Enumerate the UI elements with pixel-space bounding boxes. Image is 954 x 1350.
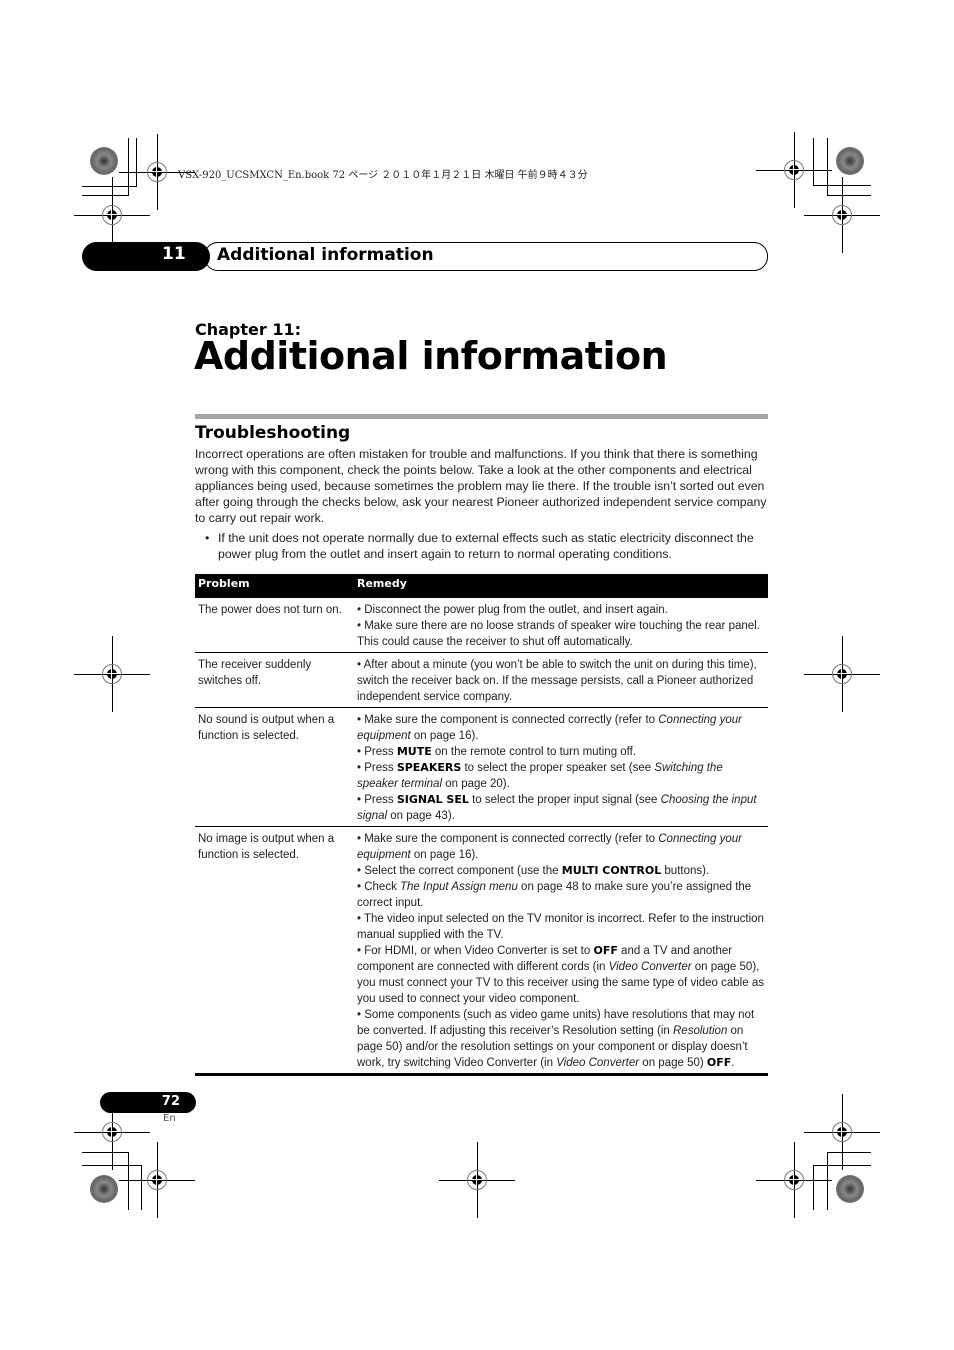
button-name: MUTE: [396, 745, 432, 758]
remedy-cell: • Disconnect the power plug from the out…: [354, 598, 768, 653]
running-header-title: Additional information: [217, 245, 434, 265]
remedy-item: • Check The Input Assign menu on page 48…: [357, 879, 765, 911]
remedy-text: on page 43).: [387, 810, 455, 822]
crop-line: [128, 1152, 129, 1210]
button-name: MULTI CONTROL: [561, 864, 662, 877]
crop-line: [827, 138, 828, 196]
column-header-problem: Problem: [195, 574, 354, 598]
button-name: SPEAKERS: [396, 761, 462, 774]
remedy-item: • Select the correct component (use the …: [357, 863, 765, 879]
registration-disc-icon: [90, 147, 118, 175]
table-header-row: Problem Remedy: [195, 574, 768, 598]
remedy-item: • After about a minute (you won’t be abl…: [357, 657, 765, 705]
remedy-cell: • After about a minute (you won’t be abl…: [354, 652, 768, 708]
remedy-text: .: [731, 1057, 735, 1069]
crop-line: [813, 138, 814, 186]
section-title: Troubleshooting: [195, 423, 351, 443]
cross-reference: Video Converter: [556, 1057, 640, 1069]
remedy-text: • Select the correct component (use the: [357, 865, 562, 877]
remedy-text: • For HDMI, or when Video Converter is s…: [357, 945, 594, 957]
crop-line: [827, 1152, 871, 1153]
remedy-text: • Disconnect the power plug from the out…: [357, 604, 668, 616]
remedy-item: • Disconnect the power plug from the out…: [357, 602, 765, 618]
problem-cell: No sound is output when a function is se…: [195, 707, 354, 827]
remedy-item: • Press SIGNAL SEL to select the proper …: [357, 792, 765, 824]
problem-cell: No image is output when a function is se…: [195, 826, 354, 1076]
problem-cell: The receiver suddenly switches off.: [195, 652, 354, 708]
crop-line: [136, 138, 137, 186]
problem-cell: The power does not turn on.: [195, 598, 354, 653]
crop-line: [82, 1152, 129, 1153]
remedy-text: • Press: [357, 746, 397, 758]
chapter-title: Additional information: [194, 334, 668, 378]
remedy-text: • Make sure there are no loose strands o…: [357, 620, 760, 648]
remedy-item: • Make sure there are no loose strands o…: [357, 618, 765, 650]
remedy-item: • The video input selected on the TV mon…: [357, 911, 765, 943]
table-row: The receiver suddenly switches off. • Aft…: [195, 652, 768, 708]
remedy-text: • The video input selected on the TV mon…: [357, 913, 764, 941]
remedy-item: • Make sure the component is connected c…: [357, 831, 765, 863]
remedy-item: • Some components (such as video game un…: [357, 1007, 765, 1071]
crop-line: [827, 1152, 828, 1210]
button-name: OFF: [706, 1056, 732, 1069]
section-divider: [195, 414, 768, 419]
button-name: SIGNAL SEL: [396, 793, 469, 806]
crop-line: [827, 195, 871, 196]
remedy-item: • Press MUTE on the remote control to tu…: [357, 744, 765, 760]
remedy-text: • Press: [357, 762, 397, 774]
crop-line: [82, 195, 129, 196]
table-row: No sound is output when a function is se…: [195, 707, 768, 827]
registration-disc-icon: [836, 147, 864, 175]
crop-line: [141, 1165, 142, 1210]
button-name: OFF: [593, 944, 618, 957]
remedy-text: • Make sure the component is connected c…: [357, 833, 659, 845]
remedy-text: • Press: [357, 794, 397, 806]
remedy-cell: • Make sure the component is connected c…: [354, 707, 768, 827]
remedy-text: on the remote control to turn muting off…: [431, 746, 637, 758]
registration-disc-icon: [90, 1175, 118, 1203]
remedy-text: on page 16).: [410, 849, 479, 861]
remedy-text: • After about a minute (you won’t be abl…: [357, 659, 757, 703]
remedy-cell: • Make sure the component is connected c…: [354, 826, 768, 1076]
remedy-item: • Press SPEAKERS to select the proper sp…: [357, 760, 765, 792]
remedy-text: on page 20).: [442, 778, 510, 790]
remedy-text: • Check: [357, 881, 401, 893]
bullet-item: • If the unit does not operate normally …: [205, 530, 783, 562]
page-language: En: [163, 1113, 176, 1124]
remedy-text: to select the proper speaker set (see: [461, 762, 655, 774]
remedy-item: • Make sure the component is connected c…: [357, 712, 765, 744]
remedy-text: to select the proper input signal (see: [468, 794, 661, 806]
column-header-remedy: Remedy: [354, 574, 768, 598]
cross-reference: The Input Assign menu: [400, 881, 518, 893]
page-number: 72: [161, 1094, 180, 1109]
remedy-text: • Make sure the component is connected c…: [357, 714, 659, 726]
intro-paragraph: Incorrect operations are often mistaken …: [195, 447, 767, 525]
remedy-text: on page 50): [639, 1057, 707, 1069]
cross-reference: Resolution: [673, 1025, 728, 1037]
remedy-text: on page 16).: [410, 730, 479, 742]
bullet-text: If the unit does not operate normally du…: [218, 531, 754, 561]
cross-reference: Video Converter: [608, 961, 692, 973]
print-metadata: VSX-920_UCSMXCN_En.book 72 ページ ２０１０年１月２１…: [178, 170, 588, 181]
remedy-text: buttons).: [661, 865, 710, 877]
remedy-item: • For HDMI, or when Video Converter is s…: [357, 943, 765, 1007]
table-body: The power does not turn on. • Disconnect …: [195, 598, 768, 1076]
bullet-icon: •: [205, 531, 210, 545]
crop-line: [82, 186, 137, 187]
table-row: The power does not turn on. • Disconnect …: [195, 598, 768, 653]
troubleshooting-table: Problem Remedy The power does not turn o…: [195, 574, 768, 1076]
table-row: No image is output when a function is se…: [195, 826, 768, 1076]
crop-line: [813, 1165, 814, 1210]
registration-disc-icon: [836, 1175, 864, 1203]
chapter-number: 11: [162, 244, 186, 264]
crop-line: [128, 138, 129, 196]
